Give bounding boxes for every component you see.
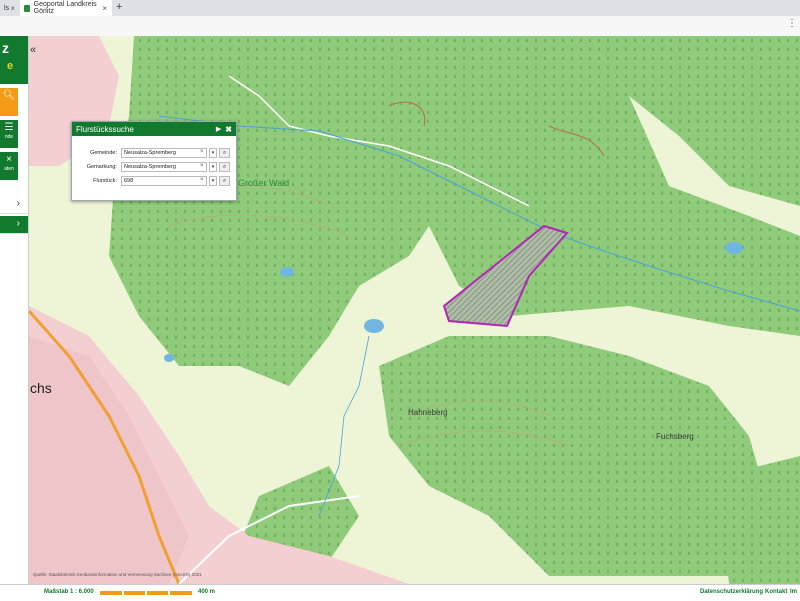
browser-tab-active[interactable]: Geoportal Landkreis Görlitz ×: [20, 0, 112, 16]
parcel-search-panel: Flurstückssuche ▶ ✖ Gemeinde: Neusalza-S…: [71, 121, 237, 201]
data-button[interactable]: × aten: [0, 152, 18, 180]
close-icon: ×: [6, 154, 12, 165]
new-tab-icon[interactable]: +: [116, 1, 122, 13]
data-button-label: aten: [4, 166, 14, 172]
sidebar-expand-row[interactable]: ›: [0, 196, 28, 214]
browser-tab-bar: ls × Geoportal Landkreis Görlitz × +: [0, 0, 800, 17]
legend-button-label: nde: [4, 134, 14, 140]
map-canvas[interactable]: [29, 36, 800, 584]
field-gemeinde: Gemeinde: Neusalza-Spremberg × ▾ ⌕: [72, 148, 236, 159]
chevron-right-icon: ›: [16, 198, 20, 209]
field-gemarkung: Gemarkung: Neusalza-Spremberg × ▾ ⌕: [72, 162, 236, 173]
map-graphic: [29, 36, 800, 584]
link-impressum[interactable]: Im: [790, 589, 797, 595]
panel-header: Flurstückssuche ▶ ✖: [72, 122, 236, 136]
address-bar: [0, 16, 800, 37]
chevron-down-icon[interactable]: ▾: [209, 176, 217, 186]
field-label: Gemeinde:: [90, 150, 117, 156]
search-tool-button[interactable]: 🔍︎: [0, 88, 18, 116]
panel-title: Flurstückssuche: [76, 124, 134, 134]
search-icon[interactable]: ⌕: [219, 148, 230, 158]
map-label-hahneberg: Hahneberg: [408, 408, 448, 417]
search-icon[interactable]: ⌕: [219, 176, 230, 186]
tab-label: Geoportal Landkreis Görlitz: [33, 1, 97, 15]
flurstueck-select[interactable]: 698: [121, 176, 207, 186]
chevron-down-icon[interactable]: ▾: [209, 162, 217, 172]
field-label: Gemarkung:: [86, 164, 117, 170]
footer-bar: Maßstab 1 : 6.000 400 m Datenschutzerklä…: [0, 584, 800, 601]
scale-bar: [100, 591, 192, 595]
collapse-sidebar-icon[interactable]: «: [30, 44, 36, 56]
tab-label: ls: [4, 4, 10, 12]
logo-text: z: [2, 40, 9, 56]
favicon-icon: [24, 4, 30, 12]
legend-button[interactable]: ☰ nde: [0, 120, 18, 148]
chevron-down-icon[interactable]: ▾: [209, 148, 217, 158]
clear-icon[interactable]: ×: [200, 163, 204, 169]
map-label-grosser-wald: Großer Wald: [238, 178, 290, 188]
link-kontakt[interactable]: Kontakt: [765, 589, 787, 595]
list-icon: ☰: [4, 122, 14, 133]
pond: [725, 242, 743, 254]
map-attribution: Quelle: Staatsbetrieb Geobasisinformatio…: [33, 572, 202, 577]
field-flurstueck: Flurstück: 698 × ▾ ⌕: [72, 176, 236, 187]
expand-panel-icon[interactable]: ▶: [216, 125, 221, 133]
chevron-right-icon: ›: [16, 218, 20, 229]
pond: [364, 319, 384, 333]
close-panel-icon[interactable]: ✖: [225, 125, 232, 134]
field-label: Flurstück:: [93, 178, 117, 184]
map-label-fuchsberg: Fuchsberg: [656, 432, 694, 441]
map-label-town: chs: [30, 380, 52, 396]
sidebar-expand-row-active[interactable]: ›: [0, 216, 28, 234]
close-icon[interactable]: ×: [102, 4, 107, 13]
left-sidebar: z e 🔍︎ ☰ nde × aten › ›: [0, 36, 29, 584]
close-icon[interactable]: ×: [10, 4, 15, 13]
browser-menu-icon[interactable]: ⋮: [787, 18, 797, 29]
pond: [164, 354, 174, 362]
browser-tab[interactable]: ls ×: [0, 0, 20, 16]
logo-subtext: e: [7, 60, 14, 72]
logo: z e: [0, 36, 28, 84]
scale-label: Maßstab 1 : 6.000: [44, 589, 94, 595]
gemeinde-select[interactable]: Neusalza-Spremberg: [121, 148, 207, 158]
forest-fuchsberg: [719, 456, 800, 584]
search-icon: 🔍︎: [2, 90, 16, 101]
clear-icon[interactable]: ×: [200, 149, 204, 155]
clear-icon[interactable]: ×: [200, 177, 204, 183]
scale-distance: 400 m: [198, 589, 216, 595]
gemarkung-select[interactable]: Neusalza-Spremberg: [121, 162, 207, 172]
search-icon[interactable]: ⌕: [219, 162, 230, 172]
pond: [280, 267, 294, 277]
link-datenschutz[interactable]: Datenschutzerklärung: [700, 589, 763, 595]
